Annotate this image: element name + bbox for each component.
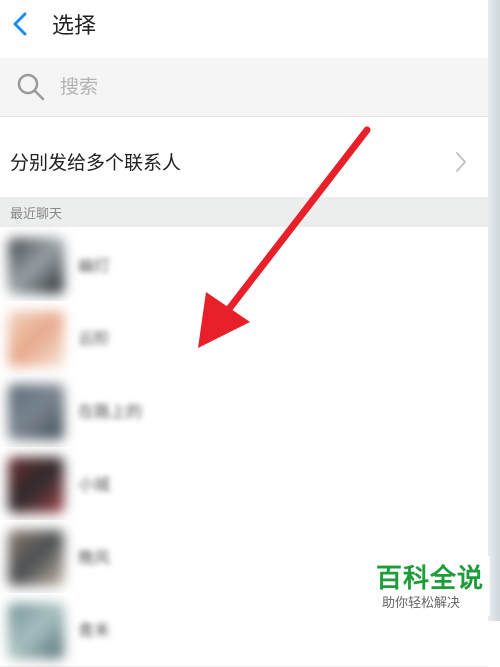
chevron-left-icon (13, 12, 27, 36)
chevron-right-icon (456, 152, 466, 172)
multi-send-label: 分别发给多个联系人 (10, 152, 182, 174)
multi-send-row[interactable]: 分别发给多个联系人 (0, 128, 488, 196)
chat-name: 晚风 (78, 548, 111, 567)
chat-name: 小城 (78, 475, 111, 494)
avatar (8, 238, 64, 294)
avatar (8, 530, 64, 586)
avatar (8, 457, 64, 513)
back-button[interactable] (8, 10, 32, 38)
section-title: 最近聊天 (10, 207, 63, 222)
chat-name: 云阶 (78, 329, 111, 348)
top-bar: 选择 (0, 0, 488, 52)
section-header: 最近聊天 (0, 197, 488, 227)
chat-row[interactable]: 小城 (0, 447, 488, 521)
avatar (8, 603, 64, 659)
search-bar[interactable] (0, 58, 488, 117)
chat-row[interactable]: 幽灯 (0, 228, 488, 302)
avatar (8, 311, 64, 367)
watermark-subtitle: 助你轻松解决 (382, 596, 461, 611)
chat-name: 在路上的 (78, 402, 143, 421)
chat-row[interactable]: 云阶 (0, 301, 488, 375)
page-title: 选择 (52, 14, 97, 39)
chat-row[interactable]: 在路上的 (0, 374, 488, 448)
right-edge-strip (488, 0, 500, 621)
watermark-title: 百科全说 (376, 564, 485, 594)
search-icon (17, 73, 45, 101)
avatar (8, 384, 64, 440)
search-input[interactable] (58, 71, 362, 103)
watermark-logo: 百科全说 助你轻松解决 (368, 556, 490, 616)
chat-name: 幽灯 (78, 256, 111, 275)
